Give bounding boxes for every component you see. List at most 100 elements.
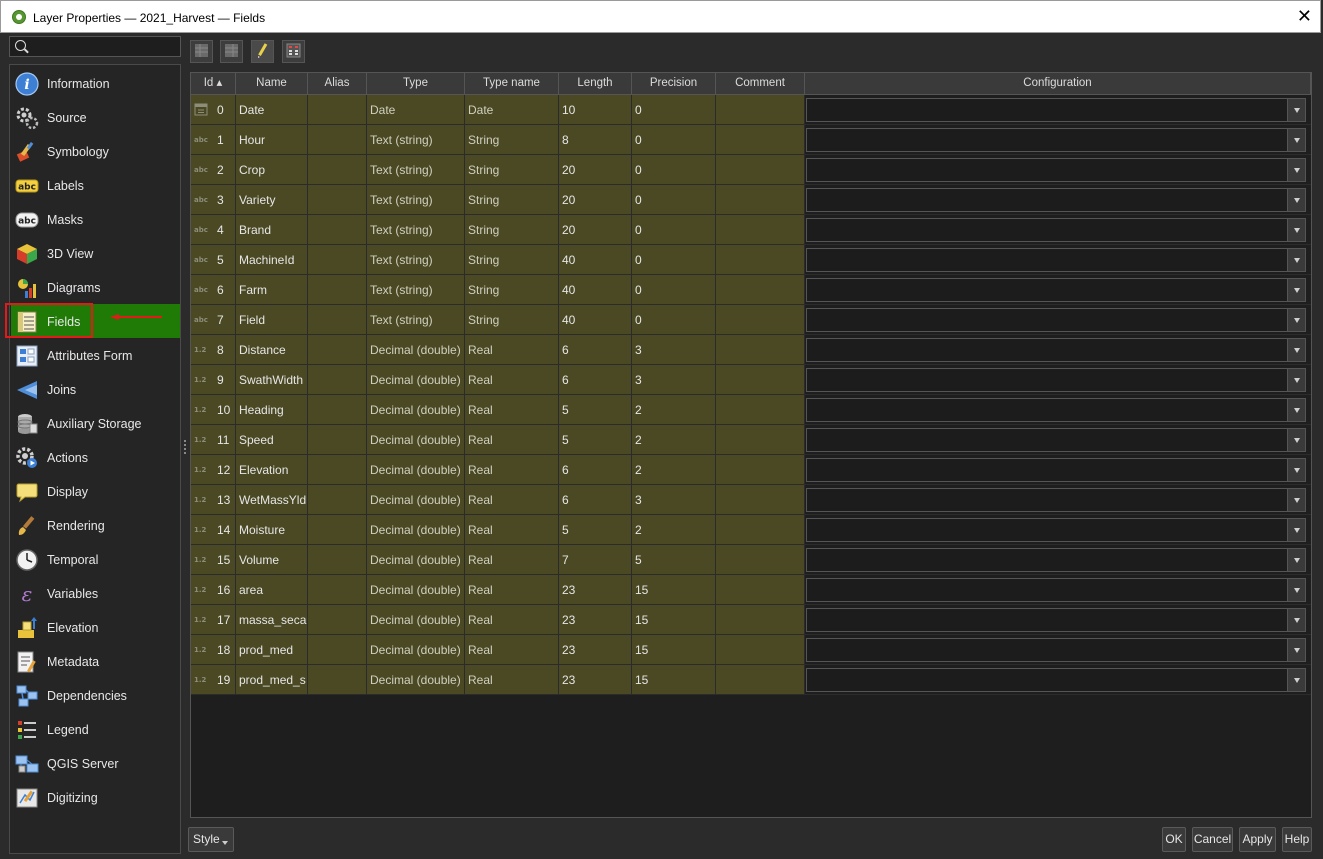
new-field-button[interactable] bbox=[190, 40, 213, 63]
cell-length[interactable]: 5 bbox=[559, 395, 632, 425]
sidebar-item-actions[interactable]: Actions bbox=[11, 440, 180, 474]
cell-comment[interactable] bbox=[716, 575, 805, 605]
widget-type-combo[interactable] bbox=[806, 398, 1306, 422]
column-header-precision[interactable]: Precision bbox=[632, 73, 716, 94]
cell-alias[interactable] bbox=[308, 275, 367, 305]
cell-length[interactable]: 20 bbox=[559, 215, 632, 245]
widget-type-combo[interactable] bbox=[806, 128, 1306, 152]
cell-comment[interactable] bbox=[716, 185, 805, 215]
cell-comment[interactable] bbox=[716, 425, 805, 455]
chevron-down-icon[interactable] bbox=[1287, 549, 1305, 571]
cell-comment[interactable] bbox=[716, 395, 805, 425]
cell-name[interactable]: Elevation bbox=[236, 455, 308, 485]
cell-name[interactable]: Field bbox=[236, 305, 308, 335]
table-row[interactable]: 1.2 10 Heading Decimal (double) Real 5 2 bbox=[191, 395, 1311, 425]
cell-alias[interactable] bbox=[308, 545, 367, 575]
cell-name[interactable]: WetMassYld bbox=[236, 485, 308, 515]
style-dropdown-button[interactable]: Style bbox=[188, 827, 234, 852]
cell-precision[interactable]: 15 bbox=[632, 605, 716, 635]
panel-splitter-handle[interactable] bbox=[184, 438, 187, 456]
chevron-down-icon[interactable] bbox=[1287, 639, 1305, 661]
cell-name[interactable]: Distance bbox=[236, 335, 308, 365]
cell-precision[interactable]: 0 bbox=[632, 245, 716, 275]
cell-length[interactable]: 23 bbox=[559, 665, 632, 695]
cell-comment[interactable] bbox=[716, 365, 805, 395]
cell-comment[interactable] bbox=[716, 305, 805, 335]
cell-comment[interactable] bbox=[716, 545, 805, 575]
cell-name[interactable]: Moisture bbox=[236, 515, 308, 545]
table-row[interactable]: abc 5 MachineId Text (string) String 40 0 bbox=[191, 245, 1311, 275]
table-row[interactable]: 1.2 17 massa_seca Decimal (double) Real 23 15 bbox=[191, 605, 1311, 635]
cell-name[interactable]: SwathWidth bbox=[236, 365, 308, 395]
chevron-down-icon[interactable] bbox=[1287, 399, 1305, 421]
chevron-down-icon[interactable] bbox=[1287, 99, 1305, 121]
apply-button[interactable]: Apply bbox=[1239, 827, 1276, 852]
sidebar-item-elevation[interactable]: Elevation bbox=[11, 610, 180, 644]
chevron-down-icon[interactable] bbox=[1287, 609, 1305, 631]
table-row[interactable]: 1.2 15 Volume Decimal (double) Real 7 5 bbox=[191, 545, 1311, 575]
widget-type-combo[interactable] bbox=[806, 278, 1306, 302]
cell-precision[interactable]: 0 bbox=[632, 155, 716, 185]
cell-comment[interactable] bbox=[716, 605, 805, 635]
cell-precision[interactable]: 0 bbox=[632, 215, 716, 245]
widget-type-combo[interactable] bbox=[806, 638, 1306, 662]
cell-alias[interactable] bbox=[308, 125, 367, 155]
cell-alias[interactable] bbox=[308, 665, 367, 695]
cell-precision[interactable]: 3 bbox=[632, 485, 716, 515]
table-row[interactable]: 1.2 12 Elevation Decimal (double) Real 6 2 bbox=[191, 455, 1311, 485]
chevron-down-icon[interactable] bbox=[1287, 159, 1305, 181]
cancel-button[interactable]: Cancel bbox=[1192, 827, 1233, 852]
cell-comment[interactable] bbox=[716, 125, 805, 155]
sidebar-item-attributes-form[interactable]: Attributes Form bbox=[11, 338, 180, 372]
cell-alias[interactable] bbox=[308, 485, 367, 515]
sidebar-item-information[interactable]: i Information bbox=[11, 66, 180, 100]
cell-name[interactable]: Heading bbox=[236, 395, 308, 425]
cell-alias[interactable] bbox=[308, 515, 367, 545]
cell-precision[interactable]: 0 bbox=[632, 305, 716, 335]
table-row[interactable]: abc 3 Variety Text (string) String 20 0 bbox=[191, 185, 1311, 215]
cell-comment[interactable] bbox=[716, 335, 805, 365]
cell-name[interactable]: Speed bbox=[236, 425, 308, 455]
table-row[interactable]: 1.2 9 SwathWidth Decimal (double) Real 6 3 bbox=[191, 365, 1311, 395]
column-header-type[interactable]: Type bbox=[367, 73, 465, 94]
chevron-down-icon[interactable] bbox=[1287, 519, 1305, 541]
chevron-down-icon[interactable] bbox=[1287, 279, 1305, 301]
column-header-comment[interactable]: Comment bbox=[716, 73, 805, 94]
cell-name[interactable]: Date bbox=[236, 95, 308, 125]
ok-button[interactable]: OK bbox=[1162, 827, 1186, 852]
cell-comment[interactable] bbox=[716, 245, 805, 275]
cell-comment[interactable] bbox=[716, 215, 805, 245]
cell-length[interactable]: 23 bbox=[559, 575, 632, 605]
cell-name[interactable]: Variety bbox=[236, 185, 308, 215]
cell-comment[interactable] bbox=[716, 455, 805, 485]
cell-alias[interactable] bbox=[308, 95, 367, 125]
table-row[interactable]: abc 4 Brand Text (string) String 20 0 bbox=[191, 215, 1311, 245]
cell-alias[interactable] bbox=[308, 185, 367, 215]
widget-type-combo[interactable] bbox=[806, 458, 1306, 482]
column-header-alias[interactable]: Alias bbox=[308, 73, 367, 94]
table-row[interactable]: abc 6 Farm Text (string) String 40 0 bbox=[191, 275, 1311, 305]
cell-alias[interactable] bbox=[308, 425, 367, 455]
cell-precision[interactable]: 2 bbox=[632, 515, 716, 545]
widget-type-combo[interactable] bbox=[806, 218, 1306, 242]
widget-type-combo[interactable] bbox=[806, 158, 1306, 182]
cell-length[interactable]: 8 bbox=[559, 125, 632, 155]
cell-precision[interactable]: 0 bbox=[632, 275, 716, 305]
chevron-down-icon[interactable] bbox=[1287, 189, 1305, 211]
sidebar-item-symbology[interactable]: Symbology bbox=[11, 134, 180, 168]
cell-name[interactable]: Brand bbox=[236, 215, 308, 245]
cell-alias[interactable] bbox=[308, 395, 367, 425]
cell-alias[interactable] bbox=[308, 575, 367, 605]
cell-precision[interactable]: 3 bbox=[632, 335, 716, 365]
cell-comment[interactable] bbox=[716, 665, 805, 695]
chevron-down-icon[interactable] bbox=[1287, 249, 1305, 271]
table-row[interactable]: abc 7 Field Text (string) String 40 0 bbox=[191, 305, 1311, 335]
help-button[interactable]: Help bbox=[1282, 827, 1312, 852]
table-row[interactable]: 1.2 18 prod_med Decimal (double) Real 23 15 bbox=[191, 635, 1311, 665]
cell-alias[interactable] bbox=[308, 305, 367, 335]
cell-comment[interactable] bbox=[716, 635, 805, 665]
sidebar-item-labels[interactable]: abc Labels bbox=[11, 168, 180, 202]
cell-length[interactable]: 6 bbox=[559, 335, 632, 365]
column-header-type-name[interactable]: Type name bbox=[465, 73, 559, 94]
cell-length[interactable]: 40 bbox=[559, 245, 632, 275]
